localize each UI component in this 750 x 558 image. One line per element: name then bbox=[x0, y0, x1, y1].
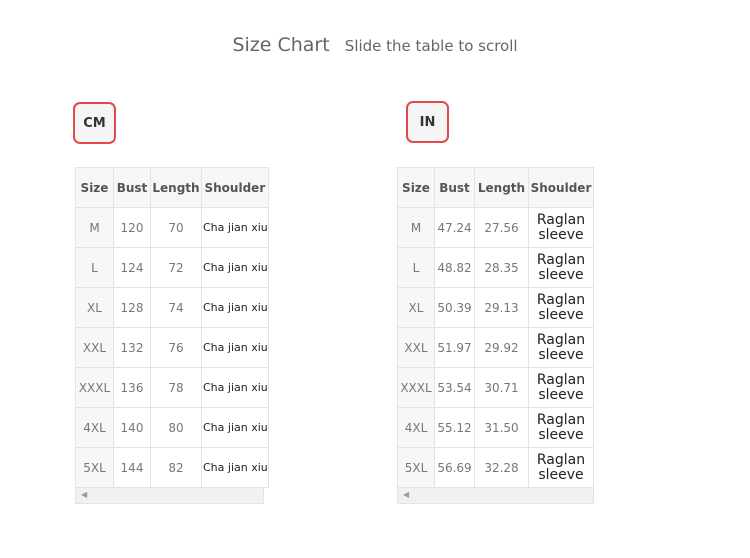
table-cell: Cha jian xiu bbox=[201, 287, 269, 328]
table-cell: Cha jian xiu bbox=[201, 367, 269, 408]
table-cell: 144 bbox=[113, 447, 151, 488]
size-cell: L bbox=[75, 247, 114, 288]
table-row: XXXL 136 78 Cha jian xiu bbox=[75, 367, 269, 408]
cm-table: Size Bust Length Shoulder M 120 70 Cha jian… bbox=[75, 167, 269, 488]
in-size-table[interactable]: Size Bust Length Shoulder M 47.24 27.56 Rag… bbox=[397, 167, 594, 504]
table-row: 5XL 56.69 32.28 Raglan sleeve bbox=[397, 447, 594, 488]
table-cell: 31.50 bbox=[474, 407, 529, 448]
table-cell: Cha jian xiu bbox=[201, 247, 269, 288]
table-cell: 48.82 bbox=[434, 247, 475, 288]
in-table-body: M 47.24 27.56 Raglan sleeve L 48.82 28.35 Ragla… bbox=[397, 207, 594, 488]
triangle-left-icon[interactable]: ◀ bbox=[403, 491, 409, 499]
size-cell: 4XL bbox=[75, 407, 114, 448]
page-title: Size Chart bbox=[232, 34, 330, 56]
size-cell: XL bbox=[75, 287, 114, 328]
table-row: 4XL 55.12 31.50 Raglan sleeve bbox=[397, 407, 594, 448]
table-cell: 29.13 bbox=[474, 287, 529, 328]
table-row: L 48.82 28.35 Raglan sleeve bbox=[397, 247, 594, 288]
table-cell: Cha jian xiu bbox=[201, 407, 269, 448]
table-cell: 72 bbox=[150, 247, 202, 288]
table-cell: 53.54 bbox=[434, 367, 475, 408]
table-cell: Raglan sleeve bbox=[528, 247, 594, 288]
table-cell: Raglan sleeve bbox=[528, 207, 594, 248]
size-cell: XL bbox=[397, 287, 435, 328]
size-cell: M bbox=[75, 207, 114, 248]
table-cell: 124 bbox=[113, 247, 151, 288]
table-row: M 120 70 Cha jian xiu bbox=[75, 207, 269, 248]
tab-in[interactable]: IN bbox=[406, 101, 449, 143]
column-header: Size bbox=[397, 167, 435, 208]
table-cell: 47.24 bbox=[434, 207, 475, 248]
scroll-hint: Slide the table to scroll bbox=[344, 37, 518, 55]
table-cell: 80 bbox=[150, 407, 202, 448]
table-cell: 55.12 bbox=[434, 407, 475, 448]
table-cell: Cha jian xiu bbox=[201, 447, 269, 488]
table-header-row: Size Bust Length Shoulder bbox=[397, 167, 594, 208]
table-cell: 28.35 bbox=[474, 247, 529, 288]
table-row: 4XL 140 80 Cha jian xiu bbox=[75, 407, 269, 448]
table-cell: 128 bbox=[113, 287, 151, 328]
cm-size-table[interactable]: Size Bust Length Shoulder M 120 70 Cha jian… bbox=[75, 167, 269, 504]
table-cell: 76 bbox=[150, 327, 202, 368]
in-table: Size Bust Length Shoulder M 47.24 27.56 Rag… bbox=[397, 167, 594, 488]
size-cell: XXL bbox=[75, 327, 114, 368]
table-cell: Raglan sleeve bbox=[528, 287, 594, 328]
size-cell: XXXL bbox=[75, 367, 114, 408]
horizontal-scrollbar[interactable]: ◀ bbox=[397, 488, 594, 504]
table-cell: Raglan sleeve bbox=[528, 447, 594, 488]
column-header: Bust bbox=[113, 167, 151, 208]
size-cell: 5XL bbox=[397, 447, 435, 488]
table-row: XL 50.39 29.13 Raglan sleeve bbox=[397, 287, 594, 328]
table-cell: Raglan sleeve bbox=[528, 367, 594, 408]
table-cell: 140 bbox=[113, 407, 151, 448]
table-cell: 32.28 bbox=[474, 447, 529, 488]
table-cell: 51.97 bbox=[434, 327, 475, 368]
table-cell: 132 bbox=[113, 327, 151, 368]
table-row: M 47.24 27.56 Raglan sleeve bbox=[397, 207, 594, 248]
title-row: Size Chart Slide the table to scroll bbox=[0, 34, 750, 56]
table-cell: 70 bbox=[150, 207, 202, 248]
table-cell: 56.69 bbox=[434, 447, 475, 488]
triangle-left-icon[interactable]: ◀ bbox=[81, 491, 87, 499]
tab-cm[interactable]: CM bbox=[73, 102, 116, 144]
size-cell: XXL bbox=[397, 327, 435, 368]
table-header-row: Size Bust Length Shoulder bbox=[75, 167, 269, 208]
table-cell: 136 bbox=[113, 367, 151, 408]
table-row: XXL 51.97 29.92 Raglan sleeve bbox=[397, 327, 594, 368]
horizontal-scrollbar[interactable]: ◀ bbox=[75, 488, 264, 504]
table-cell: 82 bbox=[150, 447, 202, 488]
size-cell: L bbox=[397, 247, 435, 288]
table-cell: Cha jian xiu bbox=[201, 327, 269, 368]
column-header: Length bbox=[150, 167, 202, 208]
table-row: XL 128 74 Cha jian xiu bbox=[75, 287, 269, 328]
table-row: 5XL 144 82 Cha jian xiu bbox=[75, 447, 269, 488]
column-header: Length bbox=[474, 167, 529, 208]
table-cell: 120 bbox=[113, 207, 151, 248]
table-cell: Raglan sleeve bbox=[528, 327, 594, 368]
size-cell: M bbox=[397, 207, 435, 248]
table-cell: 78 bbox=[150, 367, 202, 408]
column-header: Shoulder bbox=[528, 167, 594, 208]
size-cell: XXXL bbox=[397, 367, 435, 408]
table-cell: 27.56 bbox=[474, 207, 529, 248]
size-cell: 5XL bbox=[75, 447, 114, 488]
column-header: Shoulder bbox=[201, 167, 269, 208]
table-row: XXL 132 76 Cha jian xiu bbox=[75, 327, 269, 368]
column-header: Bust bbox=[434, 167, 475, 208]
column-header: Size bbox=[75, 167, 114, 208]
cm-table-body: M 120 70 Cha jian xiu L 124 72 Cha jian xiu XL 12… bbox=[75, 207, 269, 488]
table-cell: 30.71 bbox=[474, 367, 529, 408]
table-cell: 29.92 bbox=[474, 327, 529, 368]
table-cell: 74 bbox=[150, 287, 202, 328]
table-row: L 124 72 Cha jian xiu bbox=[75, 247, 269, 288]
table-cell: Raglan sleeve bbox=[528, 407, 594, 448]
table-row: XXXL 53.54 30.71 Raglan sleeve bbox=[397, 367, 594, 408]
table-cell: Cha jian xiu bbox=[201, 207, 269, 248]
table-cell: 50.39 bbox=[434, 287, 475, 328]
size-cell: 4XL bbox=[397, 407, 435, 448]
